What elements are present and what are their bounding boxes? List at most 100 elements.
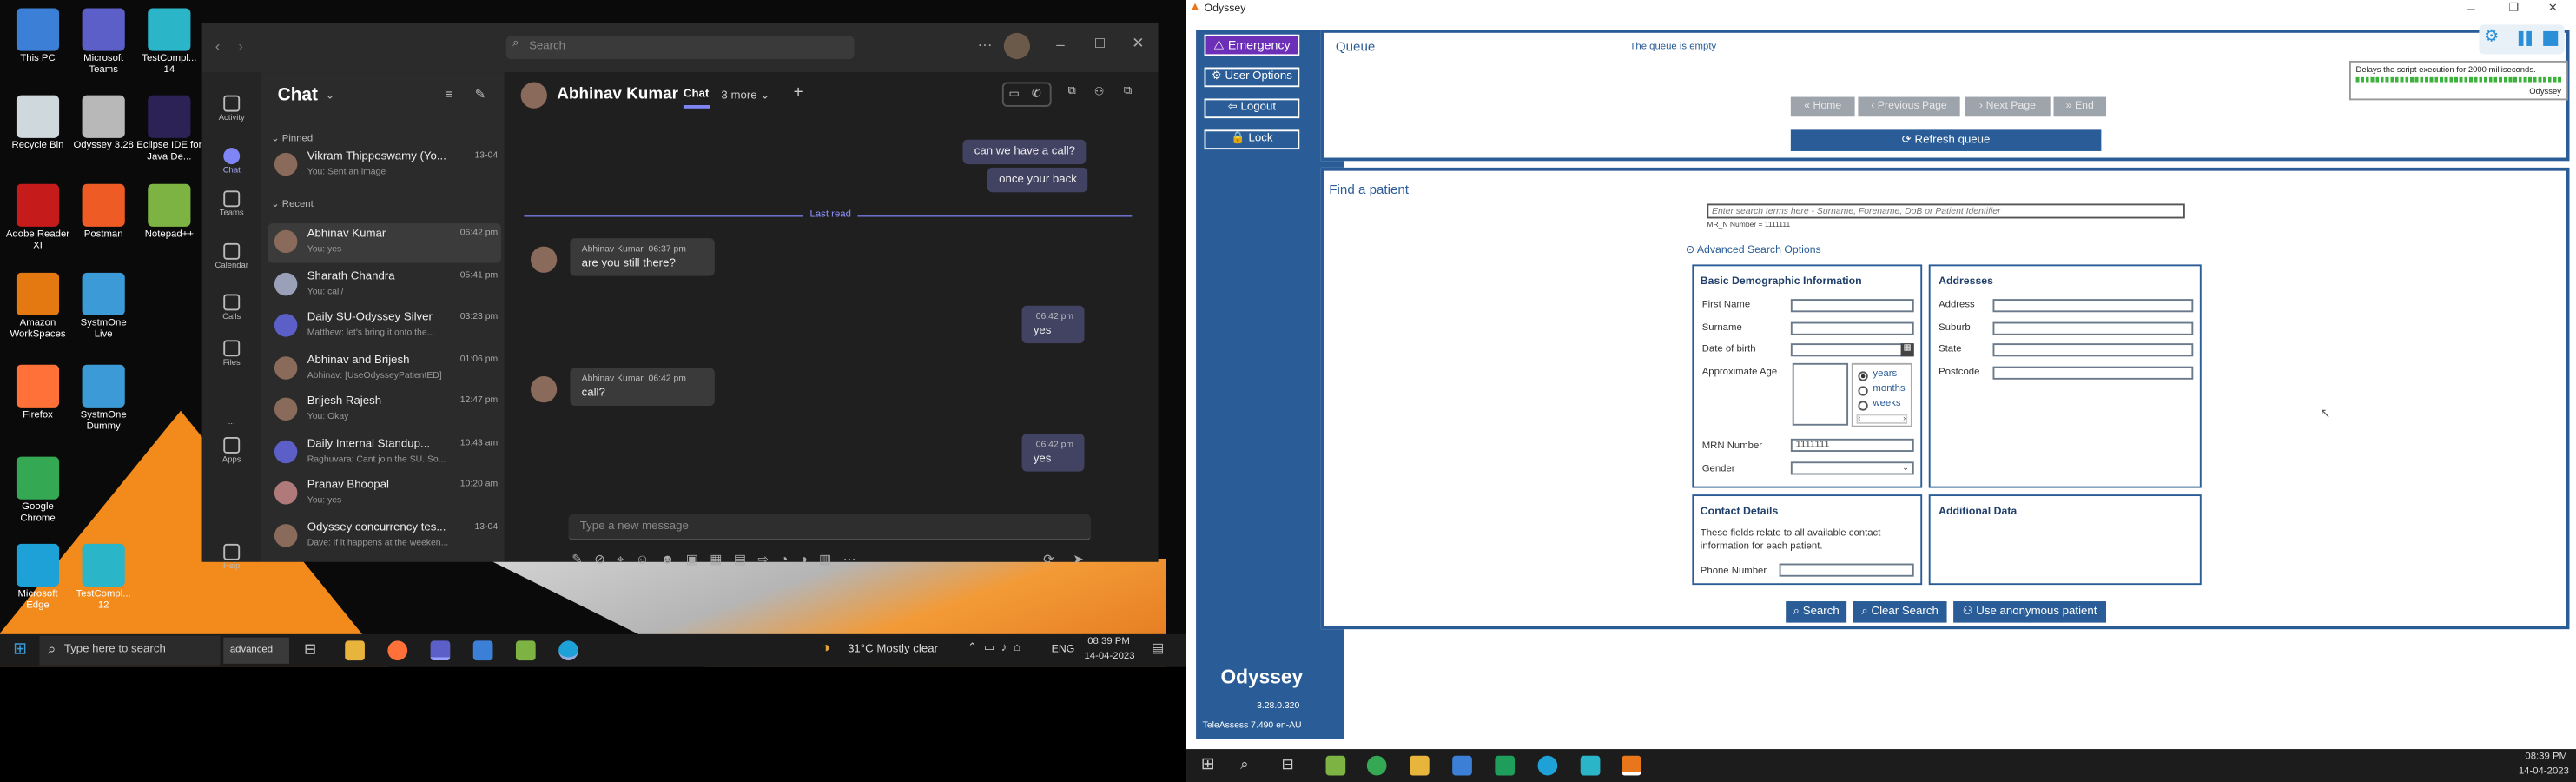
send-icon[interactable]: ➤: [1073, 552, 1084, 567]
new-chat-icon[interactable]: ✎: [475, 87, 486, 102]
tray-icons[interactable]: ⌃▭♪⌂: [968, 640, 1027, 653]
teams-icon[interactable]: [430, 640, 451, 661]
compose-toolbar[interactable]: ✎⊘⌖☺☻▣▦▤⇨◔◑▥⋯: [571, 552, 868, 568]
years-radio[interactable]: [1858, 371, 1868, 381]
surname-field[interactable]: [1790, 321, 1914, 335]
forward-arrow-icon[interactable]: ›: [238, 37, 243, 54]
chat-list-item[interactable]: Abhinav and Brijesh 01:06 pm Abhinav: [Use…: [268, 350, 501, 389]
desktop-icon[interactable]: Google Chrome: [5, 456, 71, 526]
mrn-field[interactable]: 1111111: [1790, 438, 1914, 452]
ie-icon[interactable]: [558, 640, 578, 661]
chrome-icon[interactable]: [1366, 755, 1387, 776]
chat-list-item[interactable]: Daily SU-Odyssey Silver 03:23 pm Matthew: …: [268, 308, 501, 347]
desktop-icon[interactable]: TestCompl... 14: [136, 8, 202, 76]
clock-time[interactable]: 08:39 PM: [2525, 752, 2567, 762]
windows-start-icon[interactable]: ⊞: [13, 640, 27, 659]
pause-icon[interactable]: [2518, 30, 2532, 46]
desktop-icon[interactable]: Odyssey 3.28: [70, 95, 136, 153]
weather-text[interactable]: 31°C Mostly clear: [848, 644, 938, 655]
notepad-icon[interactable]: [1325, 755, 1346, 776]
odyssey-icon[interactable]: [1622, 755, 1641, 776]
state-field[interactable]: [1992, 343, 2194, 357]
horizontal-scrollbar[interactable]: ‹ ›: [1856, 414, 1908, 424]
lock-button[interactable]: 🔒 Lock: [1204, 129, 1300, 150]
rail-item[interactable]: Calendar: [202, 242, 261, 271]
desktop-icon[interactable]: Firefox: [5, 364, 71, 422]
chat-list-item[interactable]: Abhinav Kumar 06:42 pm You: yes: [268, 223, 501, 263]
phone-field[interactable]: [1779, 563, 1914, 577]
file-explorer-icon[interactable]: [1409, 755, 1430, 776]
add-tab-icon[interactable]: +: [794, 83, 803, 102]
desktop-icon[interactable]: Postman: [70, 183, 136, 242]
testcomplete-icon[interactable]: [1580, 755, 1601, 776]
language-indicator[interactable]: ENG: [1052, 644, 1075, 655]
task-view-icon[interactable]: ⊟: [1281, 756, 1293, 774]
desktop-icon[interactable]: SystmOne Dummy: [70, 364, 136, 434]
suburb-field[interactable]: [1992, 321, 2194, 335]
rail-item[interactable]: Help: [202, 543, 261, 572]
rail-item[interactable]: Activity: [202, 95, 261, 123]
calendar-icon[interactable]: ▦: [1900, 343, 1914, 357]
approx-age-field[interactable]: [1792, 362, 1849, 426]
weeks-radio[interactable]: [1858, 401, 1868, 411]
desktop-icon[interactable]: Microsoft Edge: [5, 543, 71, 613]
chat-list-item[interactable]: Vikram Thippeswamy (Yo... 13-04 You: Sent …: [268, 146, 501, 185]
address-field[interactable]: [1992, 299, 2194, 313]
desktop-icon[interactable]: Amazon WorkSpaces: [5, 272, 71, 341]
postcode-field[interactable]: [1992, 366, 2194, 380]
home-button[interactable]: « Home: [1790, 96, 1855, 117]
tab-chat[interactable]: Chat: [683, 89, 710, 109]
compose-input[interactable]: Type a new message: [568, 514, 1092, 541]
phone-icon[interactable]: ✆: [1032, 87, 1041, 100]
chat-list-item[interactable]: Pranav Bhoopal 10:20 am You: yes: [268, 474, 501, 514]
rail-item[interactable]: Files: [202, 340, 261, 368]
search-icon[interactable]: ⌕: [1240, 756, 1249, 774]
desktop-icon[interactable]: Eclipse IDE for Java De...: [136, 95, 202, 164]
rail-item[interactable]: Teams: [202, 190, 261, 218]
video-call-icon[interactable]: ▭: [1008, 87, 1020, 100]
clock-time[interactable]: 08:39 PM: [1087, 638, 1130, 647]
previous-page-button[interactable]: ‹ Previous Page: [1858, 96, 1960, 117]
search-button[interactable]: ⌕ Search: [1786, 601, 1847, 623]
call-buttons[interactable]: ▭ ✆: [1001, 82, 1052, 107]
chat-list-item[interactable]: Sharath Chandra 05:41 pm You: call/: [268, 266, 501, 305]
tab-more[interactable]: 3 more ⌄: [721, 89, 769, 102]
refresh-queue-button[interactable]: ⟳ Refresh queue: [1790, 129, 2102, 151]
notepad-icon[interactable]: [515, 640, 536, 661]
desktop-icon[interactable]: This PC: [5, 8, 71, 65]
desktop-icon[interactable]: Recycle Bin: [5, 95, 71, 153]
restore-icon[interactable]: ❐: [2508, 2, 2519, 15]
people-icon[interactable]: ⚇: [1094, 85, 1105, 98]
screen-share-icon[interactable]: ⧉: [1068, 85, 1076, 98]
loop-icon[interactable]: ⟳: [1043, 552, 1054, 567]
clock-date[interactable]: 14-04-2023: [2519, 767, 2569, 777]
notifications-icon[interactable]: ▤: [1152, 640, 1164, 655]
search-highlight[interactable]: advanced: [223, 637, 289, 664]
close-icon[interactable]: ✕: [1132, 35, 1144, 53]
task-view-icon[interactable]: ⊟: [304, 640, 316, 659]
use-anonymous-patient-button[interactable]: ⚇ Use anonymous patient: [1953, 601, 2107, 623]
rail-item[interactable]: Apps: [202, 436, 261, 465]
desktop-icon[interactable]: Adobe Reader XI: [5, 183, 71, 253]
maximize-icon[interactable]: ☐: [1094, 36, 1106, 51]
emergency-button[interactable]: ⚠ Emergency: [1204, 34, 1300, 56]
chat-list-item[interactable]: Daily Internal Standup... 10:43 am Raghuva…: [268, 434, 501, 473]
back-arrow-icon[interactable]: ‹: [215, 37, 221, 54]
gender-select[interactable]: ⌄: [1790, 461, 1914, 475]
more-options-icon[interactable]: ···: [978, 36, 993, 53]
dob-field[interactable]: [1790, 343, 1914, 357]
file-explorer-icon[interactable]: [345, 640, 365, 661]
teams-search-input[interactable]: Search: [505, 36, 855, 60]
avatar[interactable]: [1003, 32, 1031, 60]
desktop-icon[interactable]: SystmOne Live: [70, 272, 136, 341]
window-icon[interactable]: [1452, 755, 1472, 776]
ie-icon[interactable]: [1537, 755, 1558, 776]
rail-item[interactable]: Calls: [202, 294, 261, 322]
desktop-icon[interactable]: Notepad++: [136, 183, 202, 242]
next-page-button[interactable]: › Next Page: [1965, 96, 2051, 117]
minimize-icon[interactable]: –: [1056, 36, 1064, 53]
chat-list-item[interactable]: Odyssey concurrency tes... 13-04 Dave: if …: [268, 518, 501, 557]
first-name-field[interactable]: [1790, 299, 1914, 313]
popout-icon[interactable]: ⧉: [1124, 85, 1132, 98]
excel-icon[interactable]: [1495, 755, 1516, 776]
